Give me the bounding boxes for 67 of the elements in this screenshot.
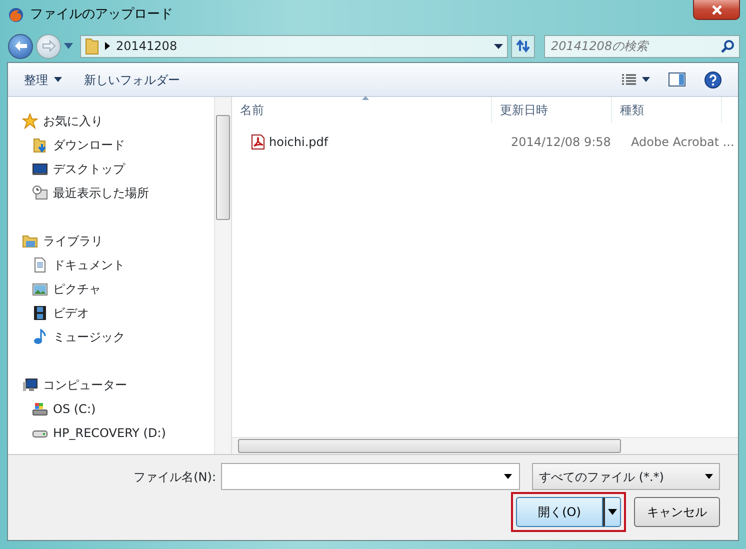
back-arrow-icon bbox=[14, 40, 28, 52]
sidebar-item[interactable]: HP_RECOVERY (D:) bbox=[18, 421, 166, 445]
sort-arrow-icon bbox=[362, 96, 368, 100]
back-button[interactable] bbox=[8, 34, 33, 58]
caret-icon bbox=[608, 509, 617, 515]
film-icon bbox=[32, 305, 48, 321]
close-button[interactable] bbox=[693, 0, 740, 20]
close-icon bbox=[710, 4, 722, 14]
forward-arrow-icon bbox=[42, 40, 56, 52]
caret-icon bbox=[642, 77, 650, 82]
computer-icon bbox=[22, 377, 38, 393]
folder-icon bbox=[85, 37, 99, 55]
file-name[interactable]: hoichi.pdf bbox=[269, 133, 328, 151]
search-field[interactable]: 20141208の検索 bbox=[544, 34, 740, 58]
sidebar-item[interactable]: ダウンロード bbox=[18, 133, 125, 157]
preview-pane-icon bbox=[668, 72, 686, 87]
sidebar-item[interactable]: ライブラリ bbox=[18, 229, 103, 253]
recent-places-icon bbox=[32, 185, 48, 201]
list-view-icon bbox=[622, 74, 636, 86]
download-folder-icon bbox=[32, 137, 48, 153]
column-header[interactable]: 更新日時 bbox=[492, 97, 612, 123]
horizontal-scrollbar[interactable] bbox=[232, 437, 738, 454]
sidebar-item[interactable]: OS (C:) bbox=[18, 397, 96, 421]
preview-pane-button[interactable] bbox=[666, 70, 688, 89]
document-icon bbox=[32, 257, 48, 273]
library-folder-icon bbox=[22, 233, 38, 249]
view-options-button[interactable] bbox=[620, 72, 652, 88]
sidebar-item[interactable]: 最近表示した場所 bbox=[18, 181, 149, 205]
picture-icon bbox=[32, 281, 48, 297]
desktop-icon bbox=[32, 161, 48, 177]
help-button[interactable] bbox=[702, 68, 724, 90]
drive-icon bbox=[32, 401, 48, 417]
help-icon bbox=[704, 70, 722, 88]
open-options-button[interactable] bbox=[603, 497, 621, 527]
sidebar-item[interactable]: デスクトップ bbox=[18, 157, 125, 181]
column-header[interactable]: 種類 bbox=[612, 97, 722, 123]
sidebar-item[interactable]: ピクチャ bbox=[18, 277, 101, 301]
sidebar-item[interactable]: お気に入り bbox=[18, 109, 103, 133]
organize-menu[interactable]: 整理 bbox=[16, 68, 70, 92]
star-icon bbox=[22, 113, 38, 129]
file-name-field[interactable] bbox=[221, 463, 520, 490]
caret-icon bbox=[705, 474, 713, 479]
address-bar[interactable]: 20141208 bbox=[80, 34, 508, 58]
column-header[interactable]: 名前 bbox=[232, 97, 492, 123]
modified-date: 2014/12/08 9:58 bbox=[510, 134, 612, 151]
sidebar-item[interactable]: コンピューター bbox=[18, 373, 127, 397]
refresh-button[interactable] bbox=[511, 34, 535, 58]
file-name-label: ファイル名(N): bbox=[134, 468, 216, 486]
file-type: Adobe Acrobat ... bbox=[630, 134, 734, 151]
new-folder-button[interactable]: 新しいフォルダー bbox=[76, 68, 188, 92]
browser-icon bbox=[8, 7, 24, 23]
dropdown-arrow-icon[interactable] bbox=[504, 474, 512, 478]
pdf-file-icon bbox=[250, 134, 266, 150]
chevron-icon bbox=[105, 42, 110, 50]
vertical-scrollbar[interactable] bbox=[214, 97, 231, 454]
window-title: ファイルのアップロード bbox=[30, 6, 173, 24]
sidebar-item[interactable]: ドキュメント bbox=[18, 253, 125, 277]
search-icon bbox=[721, 40, 734, 53]
refresh-icon bbox=[515, 39, 531, 53]
sidebar-item[interactable]: ビデオ bbox=[18, 301, 89, 325]
open-button[interactable]: 開く(O) bbox=[516, 497, 603, 527]
file-type-dropdown[interactable]: すべてのファイル (*.*) bbox=[532, 463, 720, 490]
dropdown-arrow-icon[interactable] bbox=[494, 44, 503, 48]
sidebar-item[interactable]: ミュージック bbox=[18, 325, 125, 349]
music-note-icon bbox=[32, 329, 48, 345]
cancel-button[interactable]: キャンセル bbox=[634, 497, 720, 527]
caret-icon bbox=[54, 77, 62, 82]
